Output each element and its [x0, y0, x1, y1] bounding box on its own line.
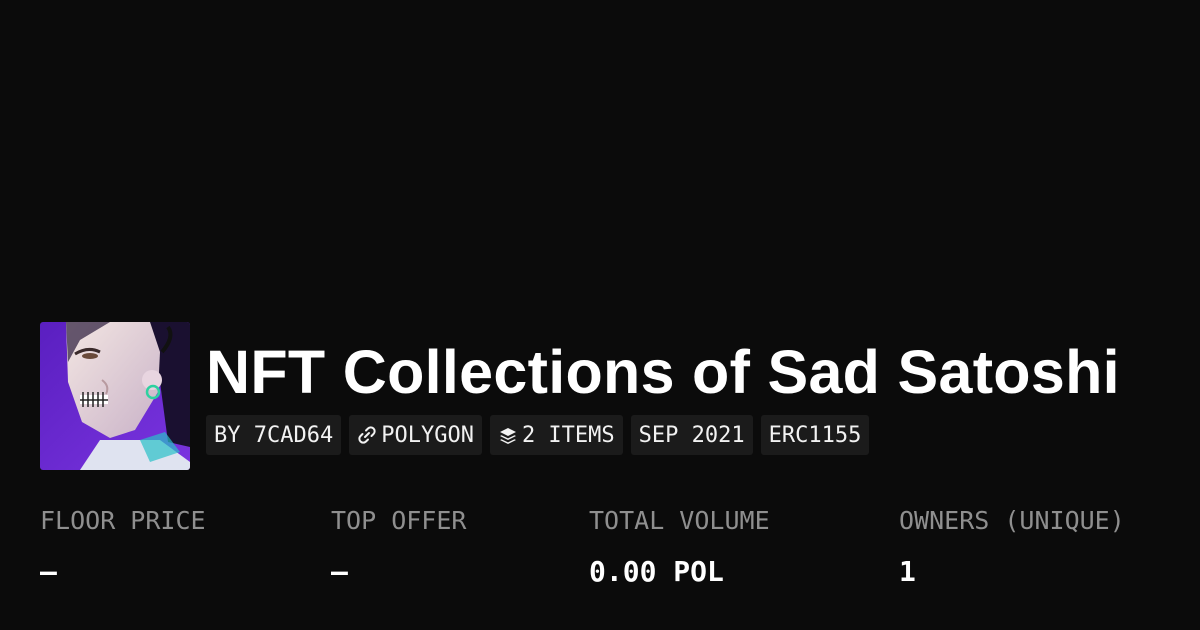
- top-offer-value: —: [331, 555, 348, 588]
- date-label: SEP 2021: [638, 422, 745, 448]
- standard-tag: ERC1155: [760, 415, 870, 455]
- floor-price-label: FLOOR PRICE: [40, 506, 206, 535]
- items-label: 2 ITEMS: [521, 422, 615, 448]
- stat-floor-price: FLOOR PRICE —: [40, 505, 206, 589]
- standard-label: ERC1155: [768, 422, 862, 448]
- creator-label: BY 7CAD64: [214, 422, 334, 448]
- collection-tags: BY 7CAD64 POLYGON 2 ITEMS SEP 2021 ERC11…: [206, 415, 870, 455]
- total-volume-label: TOTAL VOLUME: [589, 506, 770, 535]
- items-tag[interactable]: 2 ITEMS: [489, 415, 623, 455]
- owners-value: 1: [899, 555, 916, 588]
- top-offer-label: TOP OFFER: [331, 506, 467, 535]
- page-title: NFT Collections of Sad Satoshi: [206, 338, 1120, 406]
- stat-owners: OWNERS (UNIQUE) 1: [899, 505, 1125, 589]
- chain-label: POLYGON: [381, 422, 474, 448]
- collection-avatar-image: [40, 322, 190, 470]
- layers-icon: [498, 425, 518, 445]
- chain-tag[interactable]: POLYGON: [349, 415, 482, 455]
- floor-price-value: —: [40, 555, 57, 588]
- stat-total-volume: TOTAL VOLUME 0.00 POL: [589, 505, 770, 589]
- creator-tag[interactable]: BY 7CAD64: [206, 415, 342, 455]
- stat-top-offer: TOP OFFER —: [331, 505, 466, 589]
- date-tag: SEP 2021: [630, 415, 753, 455]
- owners-label: OWNERS (UNIQUE): [899, 506, 1125, 535]
- total-volume-value: 0.00 POL: [589, 555, 724, 588]
- chain-link-icon: [357, 425, 377, 445]
